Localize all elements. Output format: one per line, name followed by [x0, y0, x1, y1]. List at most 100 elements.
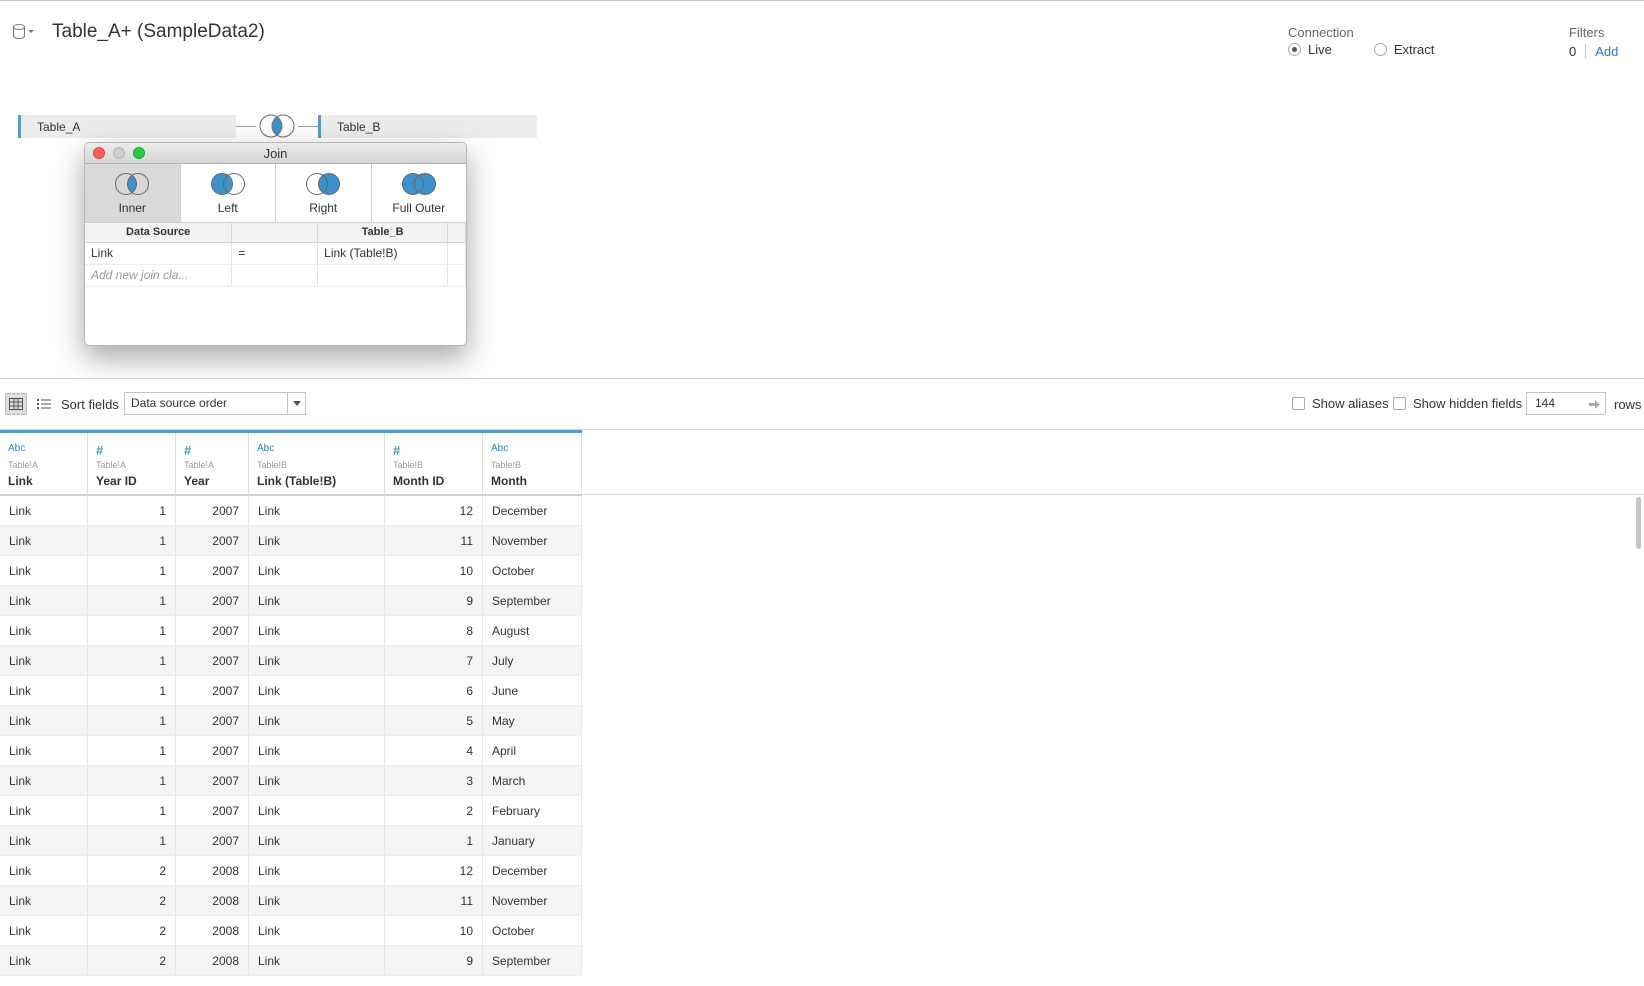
table-cell[interactable]: Link	[0, 886, 88, 915]
table-cell[interactable]: 2007	[176, 766, 249, 795]
table-cell[interactable]: 1	[385, 826, 483, 855]
join-clause-right-field[interactable]: Link (Table!B)	[317, 242, 448, 265]
table-row[interactable]: Link 2 2008 Link 12 December	[0, 856, 582, 886]
table-cell[interactable]: 1	[88, 706, 176, 735]
table-row[interactable]: Link 1 2007 Link 9 September	[0, 586, 582, 616]
table-cell[interactable]: Link	[249, 556, 385, 585]
table-cell[interactable]: Link	[0, 916, 88, 945]
table-cell[interactable]: Link	[249, 916, 385, 945]
table-row[interactable]: Link 1 2007 Link 5 May	[0, 706, 582, 736]
table-cell[interactable]: Link	[0, 616, 88, 645]
table-cell[interactable]: 2008	[176, 916, 249, 945]
table-cell[interactable]: May	[483, 706, 582, 735]
table-cell[interactable]: Link	[0, 586, 88, 615]
table-cell[interactable]: 11	[385, 886, 483, 915]
table-cell[interactable]: Link	[0, 526, 88, 555]
table-cell[interactable]: December	[483, 496, 582, 525]
table-cell[interactable]: June	[483, 676, 582, 705]
table-cell[interactable]: 3	[385, 766, 483, 795]
column-header[interactable]: # Table!A Year ID	[88, 433, 176, 495]
table-cell[interactable]: October	[483, 556, 582, 585]
number-type-icon[interactable]: #	[96, 443, 175, 458]
join-type-right[interactable]: Right	[276, 164, 372, 222]
chevron-down-icon[interactable]	[287, 393, 305, 414]
grid-view-button[interactable]	[5, 393, 27, 415]
table-cell[interactable]: 2007	[176, 646, 249, 675]
table-cell[interactable]: Link	[249, 886, 385, 915]
join-type-inner[interactable]: Inner	[85, 164, 181, 222]
table-cell[interactable]: 1	[88, 796, 176, 825]
column-header[interactable]: # Table!A Year	[176, 433, 249, 495]
vertical-scrollbar[interactable]	[1636, 497, 1641, 549]
sort-fields-select[interactable]: Data source order	[124, 392, 306, 415]
table-cell[interactable]: Link	[249, 586, 385, 615]
table-cell[interactable]: 9	[385, 946, 483, 975]
table-row[interactable]: Link 1 2007 Link 10 October	[0, 556, 582, 586]
table-cell[interactable]: Link	[249, 856, 385, 885]
table-cell[interactable]: August	[483, 616, 582, 645]
table-cell[interactable]: 1	[88, 646, 176, 675]
table-row[interactable]: Link 1 2007 Link 3 March	[0, 766, 582, 796]
table-cell[interactable]: Link	[249, 706, 385, 735]
table-cell[interactable]: Link	[0, 796, 88, 825]
table-cell[interactable]: 7	[385, 646, 483, 675]
table-cell[interactable]: 1	[88, 826, 176, 855]
table-cell[interactable]: 10	[385, 916, 483, 945]
column-header[interactable]: Abc Table!B Link (Table!B)	[249, 433, 385, 495]
table-cell[interactable]: 2007	[176, 676, 249, 705]
table-cell[interactable]: 2008	[176, 856, 249, 885]
table-cell[interactable]: Link	[0, 676, 88, 705]
string-type-icon[interactable]: Abc	[257, 443, 384, 457]
table-cell[interactable]: 1	[88, 586, 176, 615]
database-icon[interactable]	[12, 23, 36, 41]
connection-live-radio[interactable]: Live	[1288, 42, 1332, 57]
table-cell[interactable]: 2007	[176, 796, 249, 825]
table-cell[interactable]: 2007	[176, 586, 249, 615]
table-cell[interactable]: Link	[0, 646, 88, 675]
add-join-clause[interactable]: Add new join cla...	[85, 264, 233, 287]
table-cell[interactable]: 2	[88, 946, 176, 975]
inner-join-icon[interactable]	[256, 113, 298, 139]
number-type-icon[interactable]: #	[184, 443, 248, 458]
table-cell[interactable]: April	[483, 736, 582, 765]
table-b-pill[interactable]: Table_B	[318, 115, 537, 138]
table-cell[interactable]: Link	[249, 526, 385, 555]
table-row[interactable]: Link 2 2008 Link 11 November	[0, 886, 582, 916]
table-cell[interactable]: Link	[249, 946, 385, 975]
table-cell[interactable]: Link	[0, 856, 88, 885]
filters-add-link[interactable]: Add	[1595, 44, 1618, 59]
table-cell[interactable]: Link	[249, 766, 385, 795]
table-cell[interactable]: 2	[88, 856, 176, 885]
maximize-window-icon[interactable]	[133, 147, 145, 159]
table-row[interactable]: Link 1 2007 Link 11 November	[0, 526, 582, 556]
table-cell[interactable]: 10	[385, 556, 483, 585]
table-cell[interactable]: Link	[249, 736, 385, 765]
table-row[interactable]: Link 1 2007 Link 7 July	[0, 646, 582, 676]
table-cell[interactable]: 12	[385, 496, 483, 525]
table-cell[interactable]: July	[483, 646, 582, 675]
number-type-icon[interactable]: #	[393, 443, 482, 458]
table-cell[interactable]: Link	[0, 946, 88, 975]
table-cell[interactable]: 2008	[176, 946, 249, 975]
table-cell[interactable]: 1	[88, 616, 176, 645]
table-cell[interactable]: November	[483, 526, 582, 555]
table-cell[interactable]: 1	[88, 736, 176, 765]
table-cell[interactable]: 2	[385, 796, 483, 825]
table-cell[interactable]: September	[483, 586, 582, 615]
table-row[interactable]: Link 1 2007 Link 1 January	[0, 826, 582, 856]
table-cell[interactable]: Link	[0, 766, 88, 795]
table-cell[interactable]: Link	[0, 556, 88, 585]
table-cell[interactable]: Link	[249, 616, 385, 645]
table-cell[interactable]: 11	[385, 526, 483, 555]
table-cell[interactable]: Link	[0, 706, 88, 735]
table-cell[interactable]: Link	[249, 796, 385, 825]
rows-count-input[interactable]: 144	[1526, 392, 1606, 415]
table-cell[interactable]: Link	[249, 676, 385, 705]
table-cell[interactable]: 5	[385, 706, 483, 735]
table-cell[interactable]: October	[483, 916, 582, 945]
join-dialog-titlebar[interactable]: Join	[85, 143, 466, 164]
join-type-full-outer[interactable]: Full Outer	[371, 164, 466, 222]
table-cell[interactable]: 2007	[176, 526, 249, 555]
table-cell[interactable]: February	[483, 796, 582, 825]
list-view-button[interactable]	[34, 393, 54, 415]
